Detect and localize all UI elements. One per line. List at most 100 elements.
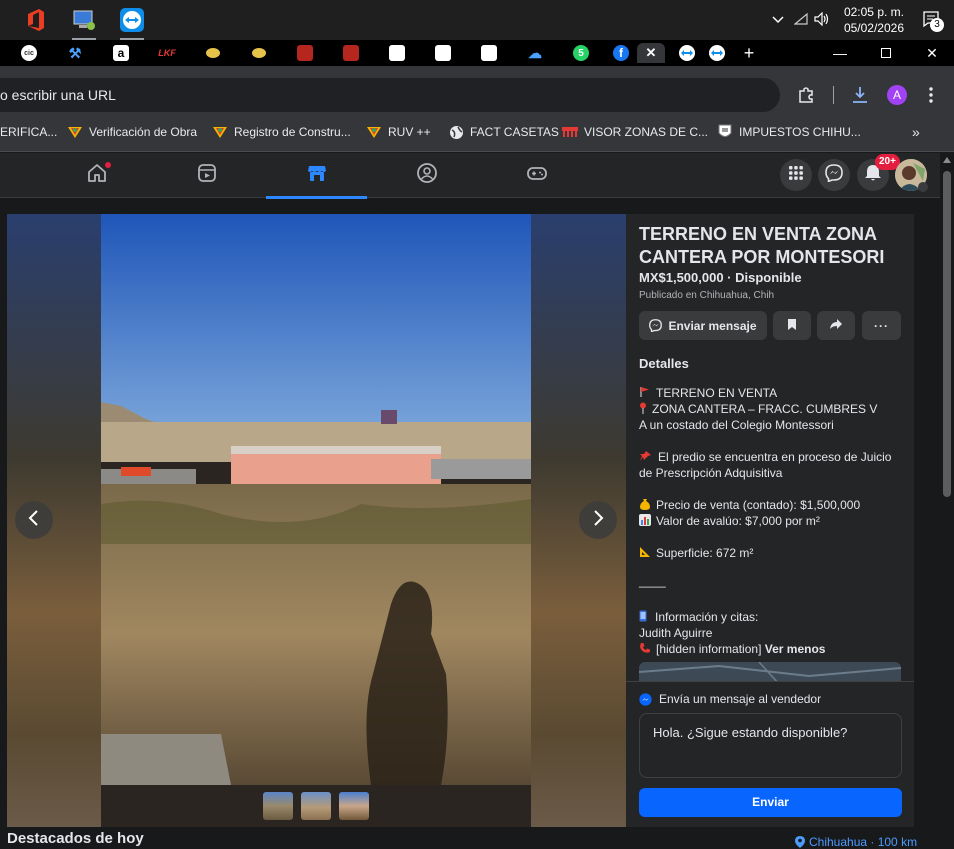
tab-facebook[interactable]: f: [610, 43, 632, 63]
tab-teamviewer-2[interactable]: [706, 43, 728, 63]
previous-image-button[interactable]: [15, 501, 53, 539]
bookmark-visor-zonas[interactable]: VISOR ZONAS DE C...: [562, 123, 708, 141]
bookmark-label: VISOR ZONAS DE C...: [584, 125, 709, 139]
profile-avatar[interactable]: A: [887, 85, 907, 105]
tab-cloud[interactable]: ☁: [524, 43, 546, 63]
menu-button[interactable]: [780, 159, 812, 191]
bookmark-label: IMPUESTOS CHIHU...: [739, 125, 861, 139]
system-tray: 02:05 p. m. 05/02/2026 3: [772, 0, 954, 40]
tab-whatsapp[interactable]: 5: [570, 43, 592, 63]
round-pushpin-icon: [639, 402, 647, 414]
listing-title: TERRENO EN VENTA ZONA CANTERA POR MONTES…: [639, 224, 885, 267]
messenger-button[interactable]: [818, 159, 850, 191]
description-line: [hidden information] Ver menos: [639, 641, 825, 657]
scrollbar-thumb[interactable]: [943, 171, 951, 497]
send-message-button[interactable]: Enviar mensaje: [639, 311, 767, 340]
teamviewer-app-icon[interactable]: [116, 4, 148, 40]
tab-amazon[interactable]: a: [110, 43, 132, 63]
thumbnail-3[interactable]: [339, 792, 369, 820]
bookmark-registro-construccion[interactable]: Registro de Constru...: [212, 123, 351, 141]
send-button[interactable]: Enviar: [639, 788, 902, 817]
notifications-button[interactable]: 20+: [857, 154, 900, 191]
description-line: El predio se encuentra en proceso de Jui…: [639, 449, 891, 465]
ruv-icon: [366, 124, 382, 140]
thumbnail-2[interactable]: [301, 792, 331, 820]
nav-groups[interactable]: [376, 153, 477, 198]
tab-doc-1[interactable]: [386, 43, 408, 63]
window-close-button[interactable]: ✕: [909, 40, 954, 66]
download-icon[interactable]: [851, 85, 869, 110]
bookmark-ruv[interactable]: RUV ++: [366, 123, 431, 141]
listing-location: Publicado en Chihuahua, Chih: [639, 290, 775, 301]
bookmark-label: Registro de Constru...: [234, 125, 351, 139]
tab-red-1[interactable]: [294, 43, 316, 63]
see-less-link[interactable]: Ver menos: [765, 642, 826, 656]
system-clock[interactable]: 02:05 p. m. 05/02/2026: [844, 4, 904, 36]
next-image-button[interactable]: [579, 501, 617, 539]
more-actions-button[interactable]: ···: [862, 311, 901, 340]
chevron-left-icon: [28, 509, 40, 531]
ruv-icon: [212, 124, 228, 140]
tab-doc-3[interactable]: [478, 43, 500, 63]
minimize-button[interactable]: —: [817, 40, 863, 66]
more-options-icon[interactable]: [928, 86, 934, 109]
tab-gob-2[interactable]: [248, 43, 270, 63]
gamepad-icon: [526, 162, 548, 189]
scroll-up-arrow-icon[interactable]: [943, 157, 951, 163]
tab-teamviewer-1[interactable]: [676, 43, 698, 63]
tab-red-2[interactable]: [340, 43, 362, 63]
share-button[interactable]: [817, 311, 855, 340]
notification-count-badge: 3: [930, 17, 944, 32]
wifi-icon[interactable]: [793, 12, 808, 28]
chevron-up-icon[interactable]: [772, 13, 784, 27]
maximize-button[interactable]: [863, 40, 909, 66]
address-bar[interactable]: o escribir una URL: [0, 78, 780, 112]
red-flag-icon: [639, 386, 651, 398]
bookmark-label: FACT CASETAS: [470, 125, 559, 139]
bookmarks-overflow-chevron-icon[interactable]: »: [912, 123, 920, 141]
notification-center-icon[interactable]: 3: [922, 10, 944, 32]
volume-icon[interactable]: [814, 11, 830, 29]
bookmark-label: ERIFICA...: [0, 125, 58, 139]
office-app-icon[interactable]: [20, 4, 52, 36]
bookmark-verifica[interactable]: ERIFICA...: [0, 123, 57, 141]
tab-lkf[interactable]: LKF: [156, 43, 178, 63]
description-line: Judith Aguirre: [639, 626, 713, 640]
globe-icon: [448, 124, 464, 140]
bookmark-impuestos[interactable]: IMPUESTOS CHIHU...: [717, 123, 861, 141]
featured-today-heading: Destacados de hoy: [7, 830, 144, 847]
account-chevron-down-icon[interactable]: [918, 182, 928, 192]
video-icon: [196, 162, 218, 189]
bookmark-fact-casetas[interactable]: FACT CASETAS: [448, 123, 559, 141]
extensions-icon[interactable]: [797, 86, 815, 109]
nav-video[interactable]: [156, 153, 257, 198]
share-icon: [829, 318, 843, 333]
tab-cic[interactable]: cic: [18, 43, 40, 63]
message-seller-prompt: Envía un mensaje al vendedor: [659, 692, 822, 706]
message-seller-section: Envía un mensaje al vendedor Hola. ¿Sigu…: [626, 681, 914, 827]
thumbnail-1[interactable]: [263, 792, 293, 820]
description-line: A un costado del Colegio Montessori: [639, 418, 834, 432]
tab-doc-2[interactable]: [432, 43, 454, 63]
messenger-icon: [825, 163, 843, 187]
page-scrollbar[interactable]: [940, 153, 954, 847]
send-message-label: Enviar mensaje: [668, 318, 757, 333]
message-input[interactable]: Hola. ¿Sigue estando disponible?: [639, 713, 902, 778]
bridge-icon: [562, 124, 578, 140]
nav-gaming[interactable]: [486, 153, 587, 198]
nav-marketplace[interactable]: [266, 153, 367, 199]
description-line: Información y citas:: [639, 609, 758, 625]
tab-gob-1[interactable]: [202, 43, 224, 63]
description-line: TERRENO EN VENTA: [639, 385, 777, 401]
description-line: de Prescripción Adquisitiva: [639, 466, 783, 480]
computer-app-icon[interactable]: [68, 4, 100, 40]
bookmark-verificacion-obra[interactable]: Verificación de Obra: [67, 123, 197, 141]
nav-home[interactable]: [46, 153, 147, 198]
tab-tools[interactable]: ⚒: [64, 43, 86, 63]
listing-price: MX$1,500,000 · Disponible: [639, 270, 802, 285]
telephone-icon: [639, 642, 651, 654]
messenger-icon: [649, 319, 663, 332]
save-button[interactable]: [773, 311, 811, 340]
new-tab-button[interactable]: +: [738, 43, 760, 63]
tab-close-button[interactable]: ✕: [637, 43, 665, 63]
